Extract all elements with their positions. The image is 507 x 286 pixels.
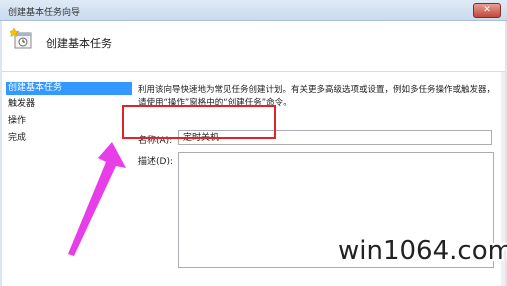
task-wizard-icon (10, 27, 32, 49)
page-title: 创建基本任务 (46, 37, 112, 50)
watermark: win1064.com (338, 236, 507, 266)
wizard-header: 创建基本任务 (2, 21, 505, 72)
close-button[interactable]: ✕ (473, 3, 501, 18)
description-label: 描述(D): (138, 157, 173, 167)
window-title: 创建基本任务向导 (8, 8, 81, 18)
title-bar: 创建基本任务向导 ✕ (0, 0, 507, 21)
step-create-basic-task[interactable]: 创建基本任务 (6, 82, 132, 95)
highlight-annotation (122, 105, 276, 139)
step-action[interactable]: 操作 (6, 115, 132, 128)
step-trigger[interactable]: 触发器 (6, 98, 132, 111)
pointer-arrow-icon (68, 142, 126, 256)
